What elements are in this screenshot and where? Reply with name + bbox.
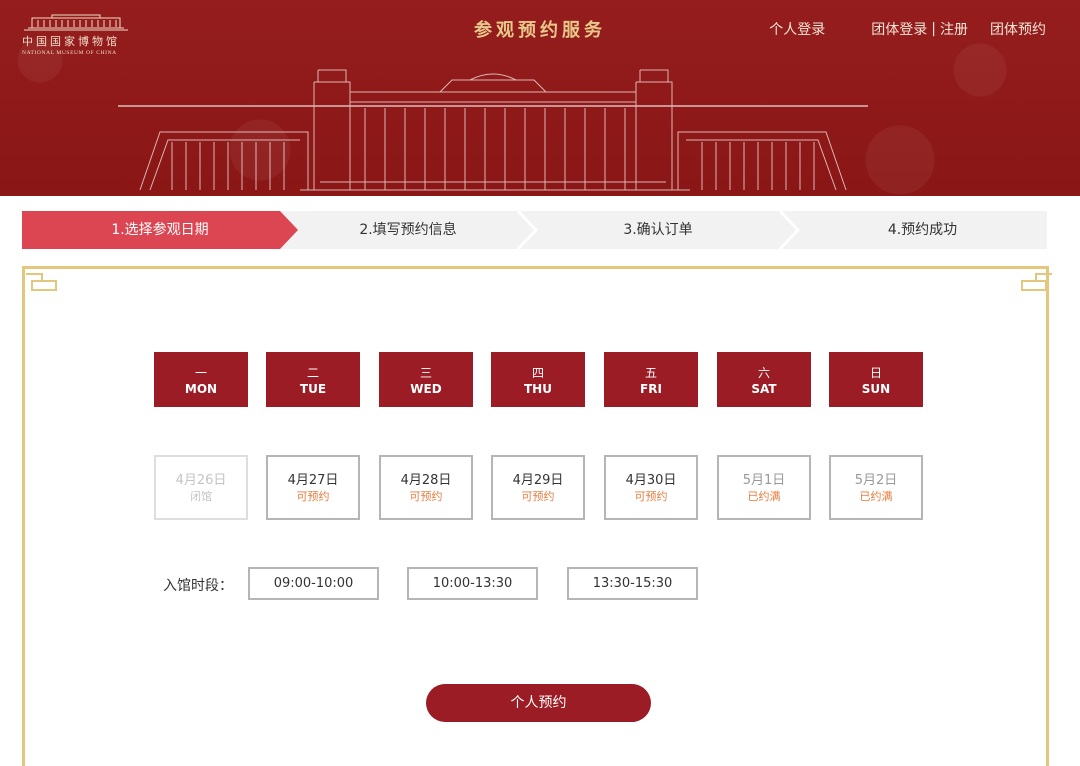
date-cell-apr-29[interactable]: 4月29日 可预约 xyxy=(491,455,585,520)
group-booking-link[interactable]: 团体预约 xyxy=(990,19,1046,39)
date-status: 可预约 xyxy=(634,490,668,503)
frame-corner-ornament-right xyxy=(1020,272,1052,292)
date-cell-may-2[interactable]: 5月2日 已约满 xyxy=(829,455,923,520)
date-label: 4月26日 xyxy=(175,473,227,488)
date-cell-may-1[interactable]: 5月1日 已约满 xyxy=(717,455,811,520)
register-link[interactable]: 注册 xyxy=(940,19,968,39)
date-status: 可预约 xyxy=(409,490,443,503)
step-4-success: 4.预约成功 xyxy=(887,222,958,238)
weekday-wed: 三 WED xyxy=(379,352,473,407)
date-label: 4月27日 xyxy=(287,473,339,488)
date-status: 可预约 xyxy=(521,490,555,503)
step-2-fill-info: 2.填写预约信息 xyxy=(359,222,457,238)
date-status: 已约满 xyxy=(859,490,893,503)
museum-building-icon xyxy=(24,14,128,31)
date-cell-apr-26: 4月26日 闭馆 xyxy=(154,455,248,520)
nav-separator: | xyxy=(931,21,936,37)
museum-facade-illustration xyxy=(118,69,868,191)
weekday-thu: 四 THU xyxy=(491,352,585,407)
personal-login-link[interactable]: 个人登录 xyxy=(769,19,825,39)
time-slot-1330-1530[interactable]: 13:30-15:30 xyxy=(567,567,698,600)
weekday-sat: 六 SAT xyxy=(717,352,811,407)
date-label: 4月30日 xyxy=(625,473,677,488)
date-status: 可预约 xyxy=(296,490,330,503)
date-label: 4月29日 xyxy=(512,473,564,488)
time-slot-0900-1000[interactable]: 09:00-10:00 xyxy=(248,567,379,600)
weekday-tue: 二 TUE xyxy=(266,352,360,407)
step-3-confirm-order: 3.确认订单 xyxy=(623,222,693,238)
museum-logo[interactable]: 中国国家博物馆 NATIONAL MUSEUM OF CHINA xyxy=(22,12,130,56)
weekday-mon: 一 MON xyxy=(154,352,248,407)
top-navigation: 个人登录 团体登录 | 注册 团体预约 xyxy=(769,19,1046,39)
date-cell-apr-27[interactable]: 4月27日 可预约 xyxy=(266,455,360,520)
time-slot-1000-1330[interactable]: 10:00-13:30 xyxy=(407,567,538,600)
logo-chinese-name: 中国国家博物馆 xyxy=(22,35,120,48)
group-login-link[interactable]: 团体登录 xyxy=(871,19,927,39)
weekday-fri: 五 FRI xyxy=(604,352,698,407)
personal-booking-button[interactable]: 个人预约 xyxy=(426,684,651,722)
date-status: 闭馆 xyxy=(190,490,212,503)
booking-progress-steps: 1.选择参观日期 2.填写预约信息 3.确认订单 4.预约成功 xyxy=(22,211,1047,249)
step-1-select-date: 1.选择参观日期 xyxy=(111,222,209,238)
entry-time-label: 入馆时段： xyxy=(163,578,233,594)
frame-corner-ornament-left xyxy=(26,272,58,292)
weekday-sun: 日 SUN xyxy=(829,352,923,407)
date-status: 已约满 xyxy=(747,490,781,503)
date-cell-apr-28[interactable]: 4月28日 可预约 xyxy=(379,455,473,520)
date-label: 5月2日 xyxy=(854,473,898,488)
logo-english-name: NATIONAL MUSEUM OF CHINA xyxy=(22,50,117,56)
date-cell-apr-30[interactable]: 4月30日 可预约 xyxy=(604,455,698,520)
date-label: 4月28日 xyxy=(400,473,452,488)
header-banner: 中国国家博物馆 NATIONAL MUSEUM OF CHINA 参观预约服务 … xyxy=(0,0,1080,196)
date-label: 5月1日 xyxy=(742,473,786,488)
